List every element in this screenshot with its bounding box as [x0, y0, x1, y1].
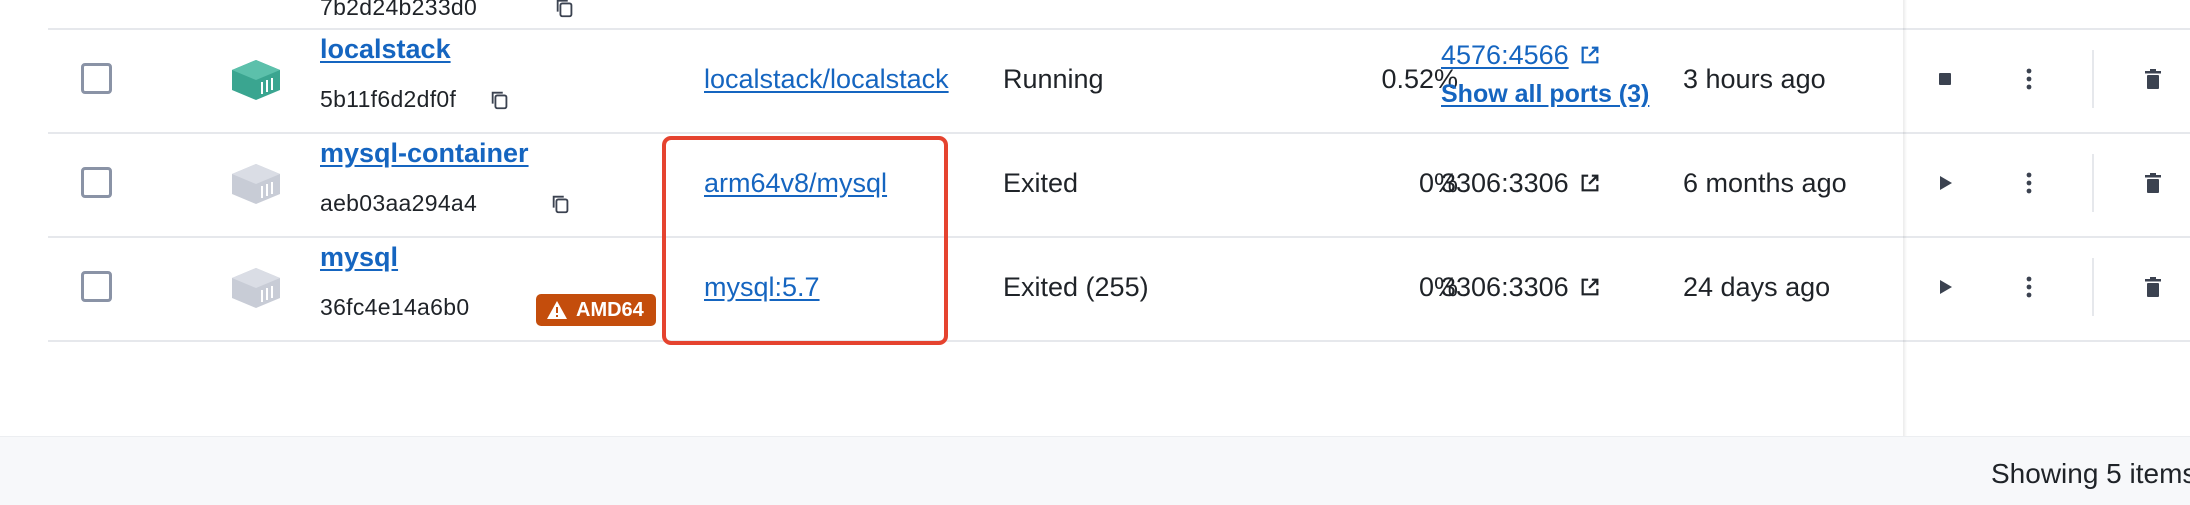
items-count: Showing 5 items: [1991, 458, 2190, 489]
port-mapping[interactable]: 4576:4566: [1441, 40, 1601, 71]
divider: [2092, 258, 2094, 316]
container-name-link[interactable]: mysql-container: [320, 138, 529, 169]
image-highlight-box: [662, 136, 948, 345]
port-value[interactable]: 3306:3306: [1441, 168, 1569, 198]
show-all-ports-link[interactable]: Show all ports (3): [1441, 80, 1649, 109]
more-vertical-icon[interactable]: [2016, 66, 2042, 92]
container-id: 36fc4e14a6b0: [320, 294, 470, 320]
divider: [2092, 50, 2094, 108]
table-row[interactable]: localstack 5b11f6d2df0f localstack/local…: [48, 28, 2190, 134]
port-link[interactable]: 4576:4566: [1441, 40, 1569, 70]
trash-icon[interactable]: [2140, 274, 2166, 300]
row-checkbox[interactable]: [81, 63, 112, 94]
container-icon: [232, 164, 280, 204]
external-link-icon[interactable]: [1579, 44, 1601, 66]
started-time: 3 hours ago: [1683, 64, 1826, 94]
copy-icon[interactable]: [550, 192, 572, 216]
container-id: aeb03aa294a4: [320, 190, 478, 216]
copy-icon[interactable]: [489, 88, 511, 112]
container-name-link[interactable]: mysql: [320, 242, 398, 273]
started-time: 6 months ago: [1683, 168, 1847, 198]
more-vertical-icon[interactable]: [2016, 170, 2042, 196]
container-icon: [232, 268, 280, 308]
trash-icon[interactable]: [2140, 66, 2166, 92]
cpu-usage: 0.52%: [1381, 64, 1458, 94]
cpu-usage: 0%: [1418, 272, 1458, 302]
trash-icon[interactable]: [2140, 170, 2166, 196]
image-link[interactable]: localstack/localstack: [704, 64, 949, 95]
copy-icon[interactable]: [554, 0, 576, 20]
table-footer: [0, 436, 2190, 505]
status-text: Exited (255): [1003, 272, 1149, 302]
table-row[interactable]: mysql 36fc4e14a6b0 AMD64 mysql:5.7 Exite…: [48, 236, 2190, 342]
badge-label: AMD64: [576, 298, 644, 321]
external-link-icon[interactable]: [1579, 276, 1601, 298]
warning-icon: [547, 301, 567, 319]
stop-icon[interactable]: [1932, 66, 1958, 92]
port-mapping[interactable]: 3306:3306: [1441, 168, 1601, 199]
platform-warning-badge: AMD64: [536, 294, 656, 326]
containers-table: 7b2d24b233d0 localstack 5b11f6d2df0f loc…: [0, 0, 2190, 505]
divider: [2092, 154, 2094, 212]
cpu-usage: 0%: [1418, 168, 1458, 198]
container-id: 5b11f6d2df0f: [320, 86, 457, 112]
play-icon[interactable]: [1932, 170, 1958, 196]
started-time: 24 days ago: [1683, 272, 1831, 302]
play-icon[interactable]: [1932, 274, 1958, 300]
port-value[interactable]: 3306:3306: [1441, 272, 1569, 302]
row-checkbox[interactable]: [81, 271, 112, 302]
container-icon: [232, 60, 280, 100]
container-id: 7b2d24b233d0: [320, 0, 478, 20]
status-text: Running: [1003, 64, 1104, 94]
port-mapping[interactable]: 3306:3306: [1441, 272, 1601, 303]
status-text: Exited: [1003, 168, 1079, 198]
external-link-icon[interactable]: [1579, 172, 1601, 194]
actions-column-shadow: [1903, 0, 1907, 436]
container-name-link[interactable]: localstack: [320, 34, 451, 65]
table-row[interactable]: 7b2d24b233d0: [48, 0, 2190, 30]
table-row[interactable]: mysql-container aeb03aa294a4 arm64v8/mys…: [48, 132, 2190, 238]
row-checkbox[interactable]: [81, 167, 112, 198]
more-vertical-icon[interactable]: [2016, 274, 2042, 300]
